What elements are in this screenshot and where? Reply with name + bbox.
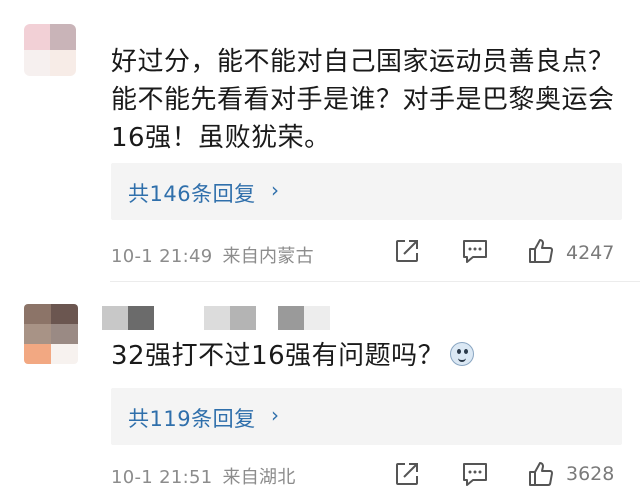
username-mosaic[interactable] [102,306,330,330]
avatar[interactable] [24,24,76,76]
timestamp: 10-1 21:49 [111,246,213,267]
comment-text-line: 能不能先看看对手是谁？对手是巴黎奥运会 [111,85,615,115]
reply-count-label: 共146条回复 [128,182,256,206]
chevron-right-icon: › [271,403,279,427]
avatar[interactable] [24,304,78,364]
like-icon[interactable] [526,236,556,266]
comment-text-line: 16强！虽败犹荣。 [111,123,331,153]
share-icon[interactable] [392,459,422,489]
comment-icon[interactable] [460,459,490,489]
location: 来自内蒙古 [222,246,314,267]
comment-text-line: 32强打不过16强有问题吗？ [111,341,445,371]
reply-count-label: 共119条回复 [128,407,256,431]
view-replies-button[interactable]: 共119条回复 › [111,388,622,445]
comment-icon[interactable] [460,236,490,266]
comment-meta: 10-1 21:49 来自内蒙古 [111,242,314,268]
comment-text: 好过分，能不能对自己国家运动员善良点？ 能不能先看看对手是谁？对手是巴黎奥运会 … [111,43,615,157]
comment-meta: 10-1 21:51 来自湖北 [111,463,296,489]
like-count: 4247 [566,242,615,264]
like-count: 3628 [566,463,615,485]
doge-emoji-icon [450,342,475,366]
chevron-right-icon: › [271,178,279,202]
view-replies-button[interactable]: 共146条回复 › [111,163,622,220]
comment-item: 好过分，能不能对自己国家运动员善良点？ 能不能先看看对手是谁？对手是巴黎奥运会 … [0,0,640,282]
comment-text-line: 好过分，能不能对自己国家运动员善良点？ [111,47,615,77]
like-icon[interactable] [526,459,556,489]
location: 来自湖北 [222,467,296,488]
share-icon[interactable] [392,236,422,266]
comment-text: 32强打不过16强有问题吗？ [111,337,475,375]
timestamp: 10-1 21:51 [111,467,213,488]
comment-item: 32强打不过16强有问题吗？ 共119条回复 › 10-1 21:51 来自湖北 … [0,282,640,499]
